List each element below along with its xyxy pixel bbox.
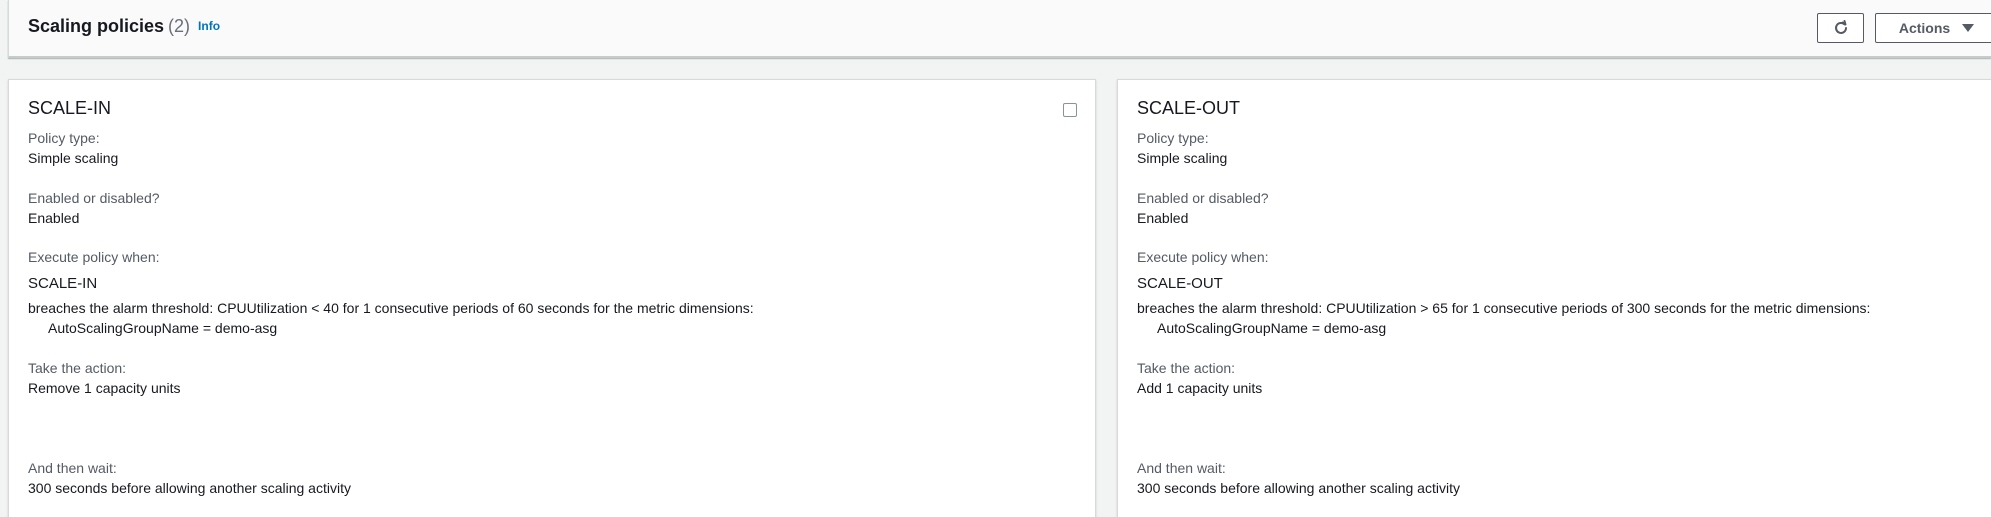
actions-label: Actions: [1898, 20, 1951, 36]
enabled-value: Enabled: [28, 210, 80, 226]
refresh-button[interactable]: [1817, 13, 1864, 43]
policy-type-value: Simple scaling: [1137, 150, 1228, 166]
action-value: Remove 1 capacity units: [28, 380, 181, 396]
enabled-label: Enabled or disabled?: [28, 190, 160, 206]
action-label: Take the action:: [1137, 360, 1236, 376]
policy-count: (2): [168, 16, 191, 36]
enabled-value: Enabled: [1137, 210, 1189, 226]
execute-label: Execute policy when:: [28, 249, 160, 265]
alarm-dimension: AutoScalingGroupName = demo-asg: [48, 320, 278, 336]
policy-name: SCALE-OUT: [1137, 98, 1241, 118]
wait-label: And then wait:: [28, 460, 117, 476]
alarm-name: SCALE-IN: [28, 275, 98, 292]
action-value: Add 1 capacity units: [1137, 380, 1263, 396]
alarm-condition: breaches the alarm threshold: CPUUtiliza…: [1137, 300, 1871, 316]
enabled-label: Enabled or disabled?: [1137, 190, 1269, 206]
actions-dropdown-button[interactable]: Actions: [1875, 13, 1991, 43]
wait-value: 300 seconds before allowing another scal…: [28, 480, 351, 496]
policy-type-label: Policy type:: [28, 130, 100, 146]
caret-down-icon: [1962, 24, 1975, 32]
policy-card-scale-in[interactable]: SCALE-IN Policy type: Simple scaling Ena…: [8, 79, 1096, 517]
alarm-name: SCALE-OUT: [1137, 275, 1223, 292]
alarm-condition: breaches the alarm threshold: CPUUtiliza…: [28, 300, 754, 316]
title-text: Scaling policies: [28, 16, 165, 36]
info-link[interactable]: Info: [198, 19, 220, 33]
wait-label: And then wait:: [1137, 460, 1226, 476]
policy-card-scale-out[interactable]: SCALE-OUT Policy type: Simple scaling En…: [1117, 79, 1991, 517]
execute-label: Execute policy when:: [1137, 249, 1269, 265]
alarm-dimension: AutoScalingGroupName = demo-asg: [1157, 320, 1387, 336]
policy-name: SCALE-IN: [28, 98, 112, 118]
refresh-icon: [1834, 20, 1847, 34]
policy-select-checkbox[interactable]: [1063, 103, 1077, 117]
action-label: Take the action:: [28, 360, 127, 376]
scaling-policies-header: Scaling policies (2) Info Actions: [8, 0, 1991, 58]
policy-type-label: Policy type:: [1137, 130, 1209, 146]
wait-value: 300 seconds before allowing another scal…: [1137, 480, 1460, 496]
page-title: Scaling policies (2) Info: [28, 16, 220, 37]
policy-type-value: Simple scaling: [28, 150, 119, 166]
